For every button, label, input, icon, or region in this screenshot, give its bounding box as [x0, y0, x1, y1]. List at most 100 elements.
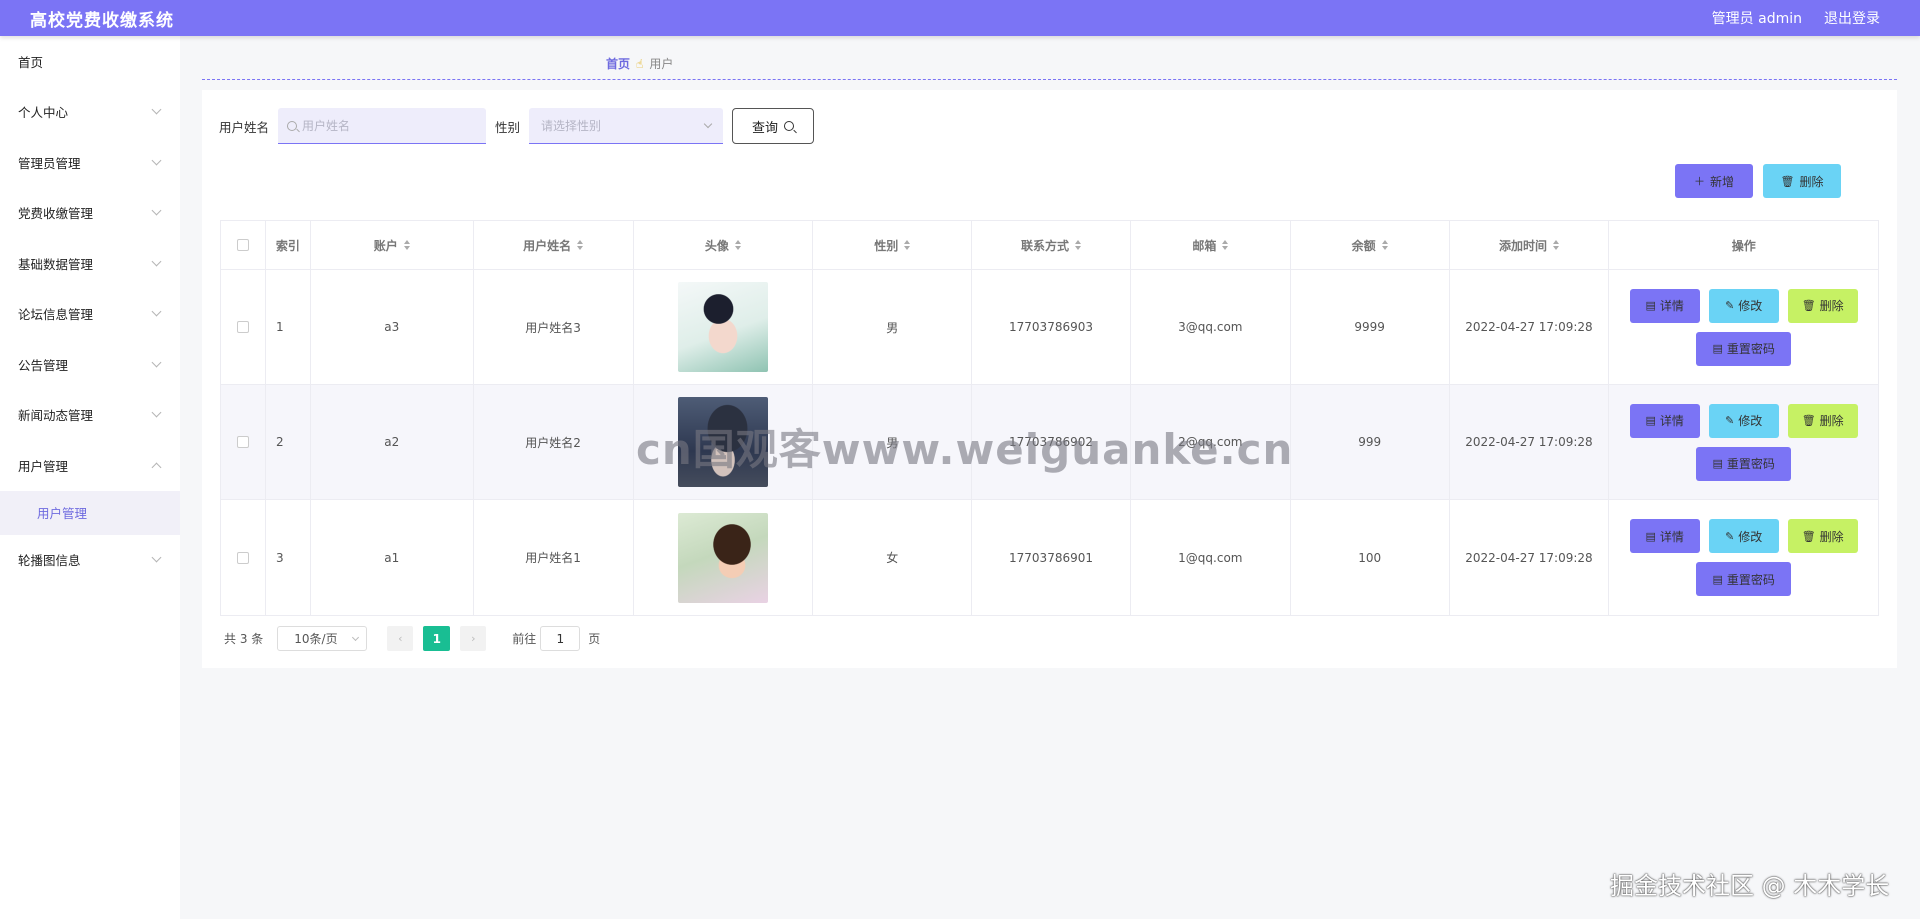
edit-button[interactable]: ✎ 修改: [1708, 403, 1779, 438]
delete-button[interactable]: 🗑 删除: [1787, 288, 1858, 323]
cell-actions: ▤ 详情 ✎ 修改 🗑 删除 ▤ 重置密码: [1609, 385, 1878, 499]
delete-button[interactable]: 🗑 删除: [1787, 403, 1858, 438]
cell-email: 1@qq.com: [1131, 500, 1291, 615]
header-avatar[interactable]: 头像: [634, 221, 814, 269]
cell-balance: 9999: [1291, 270, 1450, 384]
top-header: 高校党费收缴系统 管理员 admin 退出登录: [0, 0, 1920, 36]
edit-button[interactable]: ✎ 修改: [1708, 519, 1779, 553]
add-button[interactable]: ＋ 新增: [1675, 164, 1753, 198]
detail-button[interactable]: ▤ 详情: [1629, 519, 1700, 553]
page-size-select[interactable]: 10条/页: [277, 626, 368, 651]
reset-password-button[interactable]: ▤ 重置密码: [1696, 331, 1792, 366]
query-button-label: 查询: [752, 120, 779, 136]
sort-icon[interactable]: [734, 240, 741, 250]
sort-icon[interactable]: [904, 240, 911, 250]
header-name[interactable]: 用户姓名: [474, 221, 634, 269]
logout-link[interactable]: 退出登录: [1824, 8, 1880, 28]
sidebar-item-carousel[interactable]: 轮播图信息: [0, 535, 180, 586]
breadcrumb-home[interactable]: 首页: [606, 55, 630, 72]
avatar[interactable]: [677, 282, 768, 372]
page-size-value: 10条/页: [294, 632, 338, 646]
query-button[interactable]: 查询: [732, 108, 815, 144]
sort-icon[interactable]: [1075, 240, 1082, 250]
row-checkbox-cell[interactable]: [221, 500, 266, 615]
edit-button-label: 修改: [1738, 299, 1763, 313]
table-row: 3 a1 用户姓名1 女 17703786901 1@qq.com 100 20…: [221, 500, 1878, 615]
admin-user-label[interactable]: 管理员 admin: [1712, 8, 1802, 28]
cell-account: a3: [311, 270, 474, 384]
chevron-down-icon: [151, 306, 162, 317]
sort-icon[interactable]: [577, 240, 584, 250]
header-email-label: 邮箱: [1192, 238, 1217, 253]
row-checkbox-cell[interactable]: [221, 385, 266, 499]
detail-button[interactable]: ▤ 详情: [1629, 288, 1700, 323]
app-title: 高校党费收缴系统: [30, 10, 174, 31]
bottom-watermark: 掘金技术社区 @ 木木学长: [1610, 872, 1890, 900]
hand-pointer-icon: ☝: [636, 56, 644, 71]
page-number-current[interactable]: 1: [423, 626, 451, 651]
header-gender[interactable]: 性别: [813, 221, 973, 269]
detail-button[interactable]: ▤ 详情: [1629, 403, 1700, 438]
row-checkbox-cell[interactable]: [221, 270, 266, 384]
document-icon: ▤: [1645, 299, 1656, 312]
header-phone-label: 联系方式: [1021, 238, 1070, 253]
prev-page-button[interactable]: ‹: [387, 626, 414, 651]
sidebar-item-label: 个人中心: [18, 105, 69, 121]
sidebar-item-notice[interactable]: 公告管理: [0, 339, 180, 390]
header-email[interactable]: 邮箱: [1131, 221, 1291, 269]
avatar[interactable]: [677, 512, 768, 603]
detail-button-label: 详情: [1659, 414, 1684, 428]
cell-index: 3: [266, 500, 311, 615]
select-all-checkbox[interactable]: [236, 239, 249, 251]
page-unit-label: 页: [588, 632, 601, 646]
header-account[interactable]: 账户: [311, 221, 474, 269]
delete-button[interactable]: 🗑 删除: [1787, 519, 1858, 553]
center-watermark: cn国观客www.weiguanke.cn: [636, 425, 1294, 474]
table-row: 1 a3 用户姓名3 男 17703786903 3@qq.com 9999 2…: [221, 270, 1878, 385]
edit-button[interactable]: ✎ 修改: [1708, 288, 1779, 323]
row-checkbox[interactable]: [236, 321, 249, 333]
trash-icon: 🗑: [1801, 529, 1816, 543]
pencil-icon: ✎: [1725, 529, 1735, 543]
row-checkbox[interactable]: [236, 436, 249, 448]
sort-icon[interactable]: [1222, 240, 1229, 250]
plus-icon: ＋: [1693, 175, 1705, 188]
search-bar: 用户姓名 用户姓名 性别 请选择性别 查询: [219, 108, 815, 144]
sidebar-item-personal-center[interactable]: 个人中心: [0, 87, 180, 138]
header-select-all[interactable]: [221, 221, 266, 269]
gender-select[interactable]: 请选择性别: [529, 108, 724, 144]
name-search-input[interactable]: 用户姓名: [278, 108, 487, 144]
sidebar-item-admin-management[interactable]: 管理员管理: [0, 137, 180, 188]
cell-name: 用户姓名2: [474, 385, 634, 499]
reset-password-button[interactable]: ▤ 重置密码: [1696, 446, 1792, 481]
goto-page-input[interactable]: 1: [540, 626, 581, 651]
trash-icon: 🗑: [1801, 414, 1816, 427]
row-checkbox[interactable]: [236, 551, 249, 564]
batch-delete-button[interactable]: 🗑 删除: [1763, 164, 1841, 198]
chevron-down-icon: [151, 205, 162, 216]
sidebar-item-label: 管理员管理: [18, 155, 81, 171]
detail-button-label: 详情: [1659, 529, 1684, 544]
search-icon: [287, 120, 298, 131]
sort-icon[interactable]: [1552, 240, 1559, 250]
cell-index: 2: [266, 385, 311, 499]
sidebar-item-news[interactable]: 新闻动态管理: [0, 390, 180, 441]
header-created[interactable]: 添加时间: [1450, 221, 1610, 269]
sidebar-item-users[interactable]: 用户管理: [0, 440, 180, 491]
sidebar-item-home[interactable]: 首页: [0, 36, 180, 87]
next-page-button[interactable]: ›: [460, 626, 487, 651]
name-filter-label: 用户姓名: [219, 119, 270, 135]
sort-icon[interactable]: [1381, 240, 1388, 250]
detail-button-label: 详情: [1659, 299, 1684, 313]
document-icon: ▤: [1645, 529, 1656, 543]
gender-select-placeholder: 请选择性别: [541, 119, 602, 133]
header-phone[interactable]: 联系方式: [972, 221, 1131, 269]
reset-password-button[interactable]: ▤ 重置密码: [1696, 562, 1792, 596]
sidebar-subitem-user-management[interactable]: 用户管理: [0, 490, 180, 535]
sidebar-item-base-data[interactable]: 基础数据管理: [0, 238, 180, 289]
sidebar-item-forum[interactable]: 论坛信息管理: [0, 289, 180, 340]
delete-button-label: 删除: [1819, 414, 1844, 428]
sidebar-item-fee-collection[interactable]: 党费收缴管理: [0, 188, 180, 239]
header-balance[interactable]: 余额: [1291, 221, 1450, 269]
sort-icon[interactable]: [403, 240, 410, 250]
